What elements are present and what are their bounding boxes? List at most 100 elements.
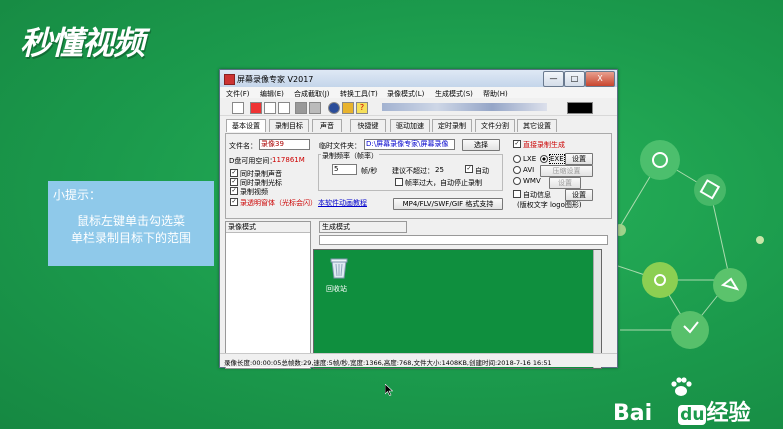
menu-file[interactable]: 文件(F)	[226, 89, 250, 99]
baidu-logo-bai: Bai	[613, 401, 653, 426]
toolbar: ?	[220, 99, 617, 116]
direct-generate-label: 直接录制生成	[523, 141, 565, 149]
format-support-button[interactable]: MP4/FLV/SWF/GIF 格式支持	[393, 198, 503, 210]
auto-info-checkbox[interactable]	[513, 190, 521, 198]
lxe-radio[interactable]	[513, 155, 521, 163]
tab-record-target[interactable]: 录制目标	[269, 119, 309, 132]
maximize-button[interactable]: □	[564, 71, 585, 87]
window-title: 屏幕录像专家 V2017	[237, 75, 314, 84]
tab-basic-settings[interactable]: 基本设置	[226, 119, 266, 132]
desktop-preview: 回收站	[313, 249, 602, 369]
menu-help[interactable]: 帮助(H)	[483, 89, 508, 99]
mouse-cursor-icon	[385, 384, 393, 396]
edit-icon[interactable]	[309, 102, 321, 114]
filename-label: 文件名：	[229, 142, 257, 150]
menu-bar: 文件(F) 编辑(E) 合成截取(J) 转换工具(T) 录像模式(L) 生成模式…	[220, 87, 617, 98]
record-cursor-checkbox[interactable]: ✓	[230, 178, 238, 186]
status-text: 录像长度:00:00:05总帧数:29,速度:5帧/秒,宽度:1366,高度:7…	[224, 359, 552, 367]
record-sound-checkbox[interactable]: ✓	[230, 169, 238, 177]
status-bar: 录像长度:00:00:05总帧数:29,速度:5帧/秒,宽度:1366,高度:7…	[220, 353, 617, 367]
lxe-label: LXE	[523, 155, 537, 163]
stop-icon[interactable]	[278, 102, 290, 114]
record-video-checkbox[interactable]: ✓	[230, 187, 238, 195]
tip-line-2: 单栏录制目标下的范围	[70, 231, 191, 245]
copyright-note: (版权文字 logo图形)	[517, 201, 582, 209]
exe-radio[interactable]	[540, 155, 548, 163]
settings-tabs: 基本设置 录制目标 声音 快捷键 驱动加速 定时录制 文件分割 其它设置	[226, 119, 616, 133]
stop-on-fast-checkbox[interactable]	[395, 178, 403, 186]
baidu-logo-jingyan: 经验	[706, 401, 751, 426]
help-icon[interactable]: ?	[356, 102, 368, 114]
app-icon	[224, 74, 235, 85]
fps-input[interactable]: 5	[332, 164, 357, 175]
auto-fps-label: 自动	[475, 167, 489, 175]
wmv-radio[interactable]	[513, 177, 521, 185]
filename-input[interactable]: 录像39	[259, 139, 310, 150]
generate-area: 生成模式 回收站	[313, 221, 610, 369]
record-video-label: 录制视频	[240, 188, 268, 196]
preview-icon	[567, 102, 593, 114]
title-bar: 屏幕录像专家 V2017 — □ X	[220, 70, 617, 87]
new-file-icon[interactable]	[232, 102, 244, 114]
baidu-logo: Bai du经验	[613, 395, 750, 427]
select-folder-button[interactable]: 选择	[462, 139, 500, 151]
frame-rate-group-title: 录制频率（帧率）	[321, 151, 379, 161]
auto-info-label: 自动信息	[523, 191, 551, 199]
tip-body: 鼠标左键单击勾选菜 单栏录制目标下的范围	[48, 213, 214, 247]
tab-sound[interactable]: 声音	[312, 119, 342, 132]
paw-icon	[671, 377, 692, 396]
tab-other-settings[interactable]: 其它设置	[517, 119, 557, 132]
tab-scheduled[interactable]: 定时录制	[432, 119, 472, 132]
menu-record-mode[interactable]: 录像模式(L)	[387, 89, 424, 99]
disk-space-value: 117861M	[272, 156, 305, 164]
generate-list[interactable]	[319, 235, 608, 245]
temp-folder-label: 临时文件夹：	[319, 142, 361, 150]
recycle-bin-icon[interactable]	[328, 256, 350, 280]
disk-space-label: D盘可用空间：	[229, 157, 277, 165]
brand-logo: 秒懂视频	[20, 24, 145, 62]
avi-radio[interactable]	[513, 166, 521, 174]
auto-fps-checkbox[interactable]: ✓	[465, 165, 473, 173]
record-list[interactable]: 录像模式	[225, 221, 311, 369]
record-transparent-label: 录透明窗体（光标会闪）	[240, 199, 317, 207]
tip-box: 小提示： 鼠标左键单击勾选菜 单栏录制目标下的范围	[48, 181, 214, 266]
fps-hint-value: 25	[435, 166, 444, 174]
menu-compose[interactable]: 合成截取(J)	[294, 89, 330, 99]
pause-icon[interactable]	[264, 102, 276, 114]
minimize-button[interactable]: —	[543, 71, 564, 87]
tab-hotkeys[interactable]: 快捷键	[350, 119, 386, 132]
direct-generate-checkbox[interactable]: ✓	[513, 140, 521, 148]
record-icon[interactable]	[250, 102, 262, 114]
preview-scrollbar[interactable]	[593, 250, 601, 368]
play-icon[interactable]	[295, 102, 307, 114]
record-list-header: 录像模式	[226, 222, 310, 233]
close-button[interactable]: X	[585, 71, 615, 87]
temp-folder-input[interactable]: D:\屏幕录像专家\屏幕录像	[364, 139, 455, 150]
fps-unit: 帧/秒	[361, 167, 378, 175]
stop-on-fast-label: 帧率过大，自动停止录制	[405, 179, 482, 187]
basic-settings-panel: 文件名： 录像39 临时文件夹： D:\屏幕录像专家\屏幕录像 选择 D盘可用空…	[225, 133, 612, 219]
menu-generate-mode[interactable]: 生成模式(S)	[435, 89, 473, 99]
wmv-label: WMV	[523, 177, 541, 185]
settings-icon[interactable]	[342, 102, 354, 114]
tip-line-1: 鼠标左键单击勾选菜	[76, 214, 185, 228]
exe-settings-button[interactable]: 设置	[565, 153, 593, 165]
record-transparent-checkbox[interactable]: ✓	[230, 198, 238, 206]
baidu-logo-du: du	[678, 405, 707, 425]
exe-label: EXE	[549, 154, 565, 164]
avi-label: AVI	[523, 166, 535, 174]
blurred-toolbar-area	[382, 103, 547, 111]
app-window: 屏幕录像专家 V2017 — □ X 文件(F) 编辑(E) 合成截取(J) 转…	[219, 69, 618, 369]
tab-driver-accel[interactable]: 驱动加速	[390, 119, 430, 132]
wmv-settings-button[interactable]: 设置	[549, 177, 581, 189]
recycle-bin-label: 回收站	[326, 285, 347, 293]
menu-convert[interactable]: 转换工具(T)	[340, 89, 378, 99]
menu-edit[interactable]: 编辑(E)	[260, 89, 284, 99]
tab-file-split[interactable]: 文件分割	[475, 119, 515, 132]
globe-icon[interactable]	[328, 102, 340, 114]
frame-rate-group: 录制频率（帧率） 5 帧/秒 建议不超过： 25 ✓ 自动 帧率过大，自动停止录…	[318, 151, 503, 191]
fps-hint-label: 建议不超过：	[392, 167, 434, 175]
compress-settings-button[interactable]: 压缩设置	[540, 165, 593, 177]
tutorial-link[interactable]: 本软件动画教程	[318, 198, 367, 208]
generate-header[interactable]: 生成模式	[319, 221, 407, 233]
